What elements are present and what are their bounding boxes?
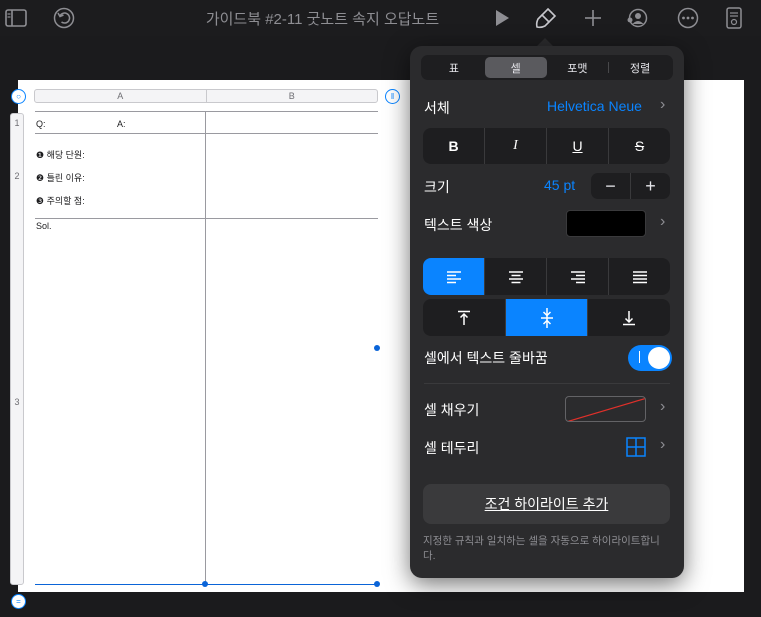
size-stepper: − + — [591, 173, 670, 199]
row-1-header[interactable]: 1 — [10, 118, 24, 128]
align-center-button[interactable] — [484, 258, 546, 295]
cell-border-chevron-icon[interactable]: › — [660, 436, 665, 454]
align-middle-button[interactable] — [504, 299, 588, 336]
size-increase-button[interactable]: + — [630, 173, 670, 199]
cell-border-label: 셀 테두리 — [424, 440, 480, 456]
font-label: 서체 — [424, 100, 450, 116]
cell-caution[interactable]: ❸ 주의할 점: — [36, 194, 85, 207]
wrap-text-toggle[interactable] — [628, 345, 672, 371]
underline-button[interactable]: U — [546, 128, 608, 164]
row-header — [10, 113, 24, 585]
format-brush-icon[interactable] — [533, 5, 559, 31]
table-line — [35, 111, 378, 112]
cell-fill-swatch[interactable] — [565, 396, 646, 422]
align-justify-button[interactable] — [608, 258, 670, 295]
divider — [424, 383, 670, 384]
column-b-header[interactable]: B — [205, 90, 378, 102]
selection-handle[interactable] — [374, 345, 380, 351]
tab-format[interactable]: 포맷 — [547, 57, 609, 78]
cell-reason[interactable]: ❷ 틀린 이유: — [36, 171, 85, 184]
selection-handle[interactable] — [202, 581, 208, 587]
wrap-text-label: 셀에서 텍스트 줄바꿈 — [424, 350, 548, 366]
strikethrough-button[interactable]: S — [608, 128, 670, 164]
row-2-header[interactable]: 2 — [10, 171, 24, 181]
column-resize-handle[interactable]: ǁ — [385, 89, 400, 104]
size-value[interactable]: 45 pt — [544, 177, 575, 193]
select-table-handle[interactable]: ○ — [11, 89, 26, 104]
text-color-chevron-icon[interactable]: › — [660, 213, 665, 231]
cell-fill-label: 셀 채우기 — [424, 402, 480, 418]
column-a-header[interactable]: A — [35, 90, 206, 102]
cell-answer[interactable]: A: — [117, 119, 126, 129]
toggle-on-mark — [639, 351, 640, 363]
document-icon[interactable] — [721, 5, 747, 31]
row-resize-handle[interactable]: = — [11, 594, 26, 609]
tab-cell[interactable]: 셀 — [484, 57, 547, 78]
vertical-alignment — [423, 299, 670, 336]
table-line — [35, 133, 378, 134]
size-label: 크기 — [424, 179, 450, 195]
italic-button[interactable]: I — [484, 128, 546, 164]
text-style-buttons: B I U S — [423, 128, 670, 164]
cell-border-icon[interactable] — [626, 437, 646, 462]
bold-button[interactable]: B — [423, 128, 484, 164]
size-decrease-button[interactable]: − — [591, 173, 630, 199]
font-chevron-icon[interactable]: › — [660, 96, 665, 114]
toolbar: 가이드북 #2-11 굿노트 속지 오답노트 — [0, 0, 761, 36]
table-line — [35, 218, 378, 219]
tab-arrange[interactable]: 정렬 — [609, 57, 671, 78]
more-icon[interactable] — [675, 5, 701, 31]
table-column-divider — [205, 111, 206, 584]
align-bottom-button[interactable] — [587, 299, 670, 336]
collaborate-icon[interactable] — [625, 5, 651, 31]
add-conditional-highlight-button[interactable]: 조건 하이라이트 추가 — [423, 484, 670, 524]
conditional-highlight-note: 지정한 규칙과 일치하는 셀을 자동으로 하이라이트합니다. — [423, 535, 660, 562]
cell-question[interactable]: Q: — [36, 119, 46, 129]
format-tabs: 표 셀 포맷 정렬 — [421, 55, 673, 80]
selection-handle[interactable] — [374, 581, 380, 587]
font-value[interactable]: Helvetica Neue — [547, 98, 642, 114]
align-top-button[interactable] — [423, 299, 505, 336]
align-right-button[interactable] — [546, 258, 608, 295]
row-3-header[interactable]: 3 — [10, 397, 24, 407]
tab-table[interactable]: 표 — [423, 57, 485, 78]
add-icon[interactable] — [580, 5, 606, 31]
column-header: A B — [34, 89, 378, 103]
cell-fill-chevron-icon[interactable]: › — [660, 398, 665, 416]
text-color-swatch[interactable] — [566, 210, 646, 237]
cell-solution[interactable]: Sol. — [36, 221, 52, 231]
text-color-label: 텍스트 색상 — [424, 217, 493, 233]
align-left-button[interactable] — [423, 258, 484, 295]
toggle-knob — [648, 347, 670, 369]
play-icon[interactable] — [489, 5, 515, 31]
horizontal-alignment — [423, 258, 670, 295]
cell-unit[interactable]: ❶ 해당 단원: — [36, 148, 85, 161]
